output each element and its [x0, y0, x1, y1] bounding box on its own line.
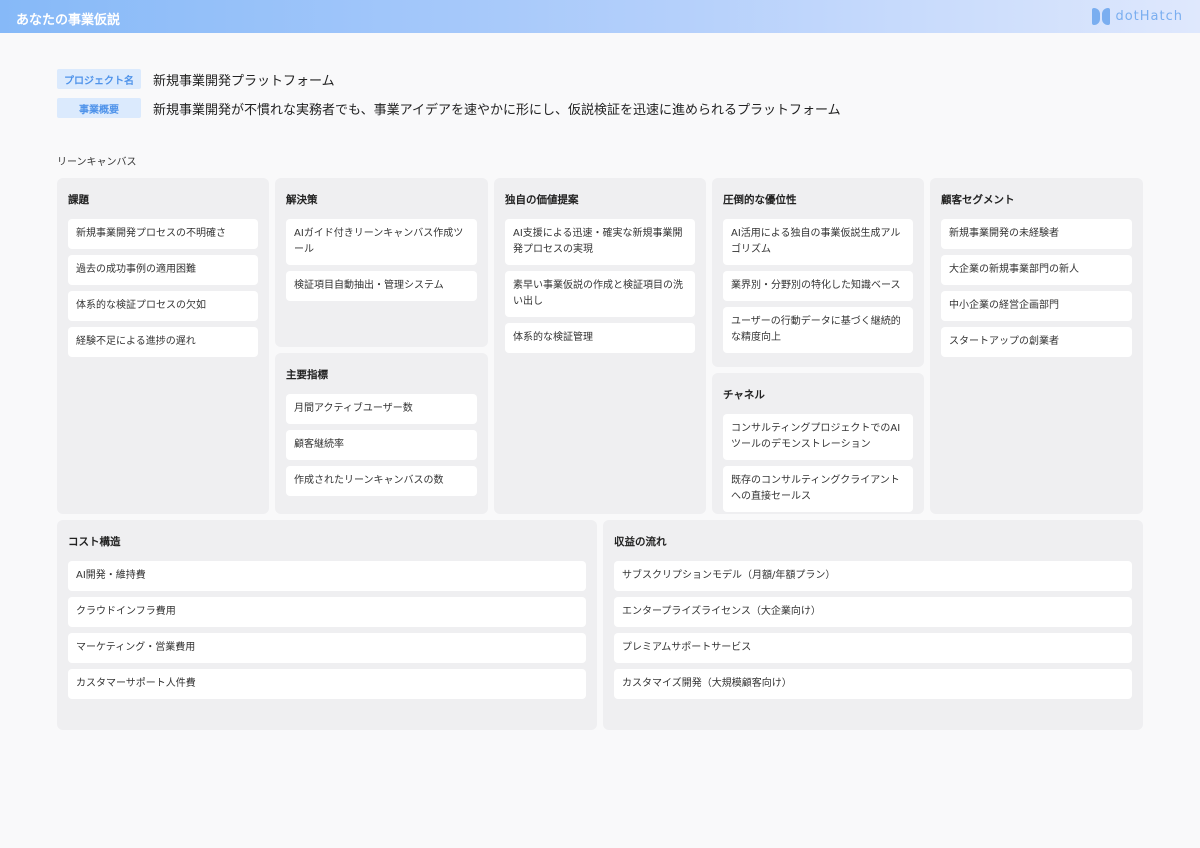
- canvas-item-card[interactable]: 新規事業開発プロセスの不明確さ: [68, 219, 258, 249]
- canvas-item-card[interactable]: 顧客継続率: [286, 430, 477, 460]
- canvas-item-card[interactable]: スタートアップの創業者: [941, 327, 1132, 357]
- logo: dotHatch: [1092, 8, 1183, 25]
- canvas-item-card[interactable]: 作成されたリーンキャンバスの数: [286, 466, 477, 496]
- dothatch-logo-icon: [1092, 8, 1111, 25]
- page-title: あなたの事業仮説: [16, 13, 121, 28]
- canvas-item-card[interactable]: 大企業の新規事業部門の新人: [941, 255, 1132, 285]
- logo-text: dotHatch: [1115, 9, 1183, 24]
- canvas-item-card[interactable]: 検証項目自動抽出・管理システム: [286, 271, 477, 301]
- header-bar: あなたの事業仮説 dotHatch: [0, 0, 1200, 33]
- section-title: 収益の流れ: [614, 536, 667, 548]
- project-name-row: プロジェクト名 新規事業開発プラットフォーム: [57, 69, 335, 89]
- canvas-item-card[interactable]: 体系的な検証プロセスの欠如: [68, 291, 258, 321]
- canvas-item-card[interactable]: 月間アクティブユーザー数: [286, 394, 477, 424]
- canvas-item-card[interactable]: エンタープライズライセンス（大企業向け）: [614, 597, 1132, 627]
- canvas-item-card[interactable]: ユーザーの行動データに基づく継続的な精度向上: [723, 307, 913, 353]
- canvas-item-card[interactable]: 新規事業開発の未経験者: [941, 219, 1132, 249]
- canvas-item-card[interactable]: 過去の成功事例の適用困難: [68, 255, 258, 285]
- section-title: 顧客セグメント: [941, 194, 1015, 206]
- section-title: 圧倒的な優位性: [723, 194, 797, 206]
- canvas-item-card[interactable]: 体系的な検証管理: [505, 323, 695, 353]
- canvas-item-card[interactable]: 業界別・分野別の特化した知識ベース: [723, 271, 913, 301]
- canvas-item-card[interactable]: 既存のコンサルティングクライアントへの直接セールス: [723, 466, 913, 512]
- section-title: コスト構造: [68, 536, 121, 548]
- canvas-item-card[interactable]: 中小企業の経営企画部門: [941, 291, 1132, 321]
- project-name-label: プロジェクト名: [57, 69, 141, 89]
- canvas-item-card[interactable]: プレミアムサポートサービス: [614, 633, 1132, 663]
- section-title: 主要指標: [286, 369, 328, 381]
- section-solution: 解決策 AIガイド付きリーンキャンバス作成ツール検証項目自動抽出・管理システム: [275, 178, 488, 347]
- canvas-label: リーンキャンバス: [57, 157, 137, 168]
- section-problem: 課題新規事業開発プロセスの不明確さ 過去の成功事例の適用困難 体系的な検証プロセスの…: [57, 178, 269, 514]
- canvas-item-card[interactable]: AI支援による迅速・確実な新規事業開発プロセスの実現: [505, 219, 695, 265]
- section-title: チャネル: [723, 389, 765, 401]
- section-cost: コスト構造 AI開発・維持費 クラウドインフラ費用 マーケティング・営業費用 カスタマー…: [57, 520, 597, 730]
- project-name: 新規事業開発プラットフォーム: [153, 73, 335, 89]
- canvas-item-card[interactable]: AI活用による独自の事業仮説生成アルゴリズム: [723, 219, 913, 265]
- canvas-item-card[interactable]: クラウドインフラ費用: [68, 597, 586, 627]
- canvas-item-card[interactable]: AIガイド付きリーンキャンバス作成ツール: [286, 219, 477, 265]
- canvas-item-card[interactable]: AI開発・維持費: [68, 561, 586, 591]
- section-title: 課題: [68, 194, 89, 206]
- section-uvp: 独自の価値提案 AI支援による迅速・確実な新規事業開発プロセスの実現 素早い事業仮説…: [494, 178, 706, 514]
- project-summary-row: 事業概要 新規事業開発が不慣れな実務者でも、事業アイデアを速やかに形にし、仮説検…: [57, 98, 841, 118]
- section-metrics: 主要指標月間アクティブユーザー数 顧客継続率作成されたリーンキャンバスの数: [275, 353, 488, 514]
- section-segments: 顧客セグメント新規事業開発の未経験者 大企業の新規事業部門の新人 中小企業の経営企画…: [930, 178, 1143, 514]
- section-revenue: 収益の流れサブスクリプションモデル（月額/年額プラン） エンタープライズライセンス…: [603, 520, 1143, 730]
- canvas-item-card[interactable]: マーケティング・営業費用: [68, 633, 586, 663]
- section-channels: チャネルコンサルティングプロジェクトでのAIツールのデモンストレーション 既存のコ…: [712, 373, 924, 514]
- canvas-item-card[interactable]: サブスクリプションモデル（月額/年額プラン）: [614, 561, 1132, 591]
- section-advantage: 圧倒的な優位性 AI活用による独自の事業仮説生成アルゴリズム業界別・分野別の特化し…: [712, 178, 924, 367]
- project-summary-label: 事業概要: [57, 98, 141, 118]
- section-title: 解決策: [286, 194, 318, 206]
- canvas-item-card[interactable]: カスタマイズ開発（大規模顧客向け）: [614, 669, 1132, 699]
- canvas-item-card[interactable]: 経験不足による進捗の遅れ: [68, 327, 258, 357]
- project-summary: 新規事業開発が不慣れな実務者でも、事業アイデアを速やかに形にし、仮説検証を迅速に…: [153, 102, 841, 118]
- canvas-item-card[interactable]: コンサルティングプロジェクトでのAIツールのデモンストレーション: [723, 414, 913, 460]
- canvas-item-card[interactable]: 素早い事業仮説の作成と検証項目の洗い出し: [505, 271, 695, 317]
- section-title: 独自の価値提案: [505, 194, 579, 206]
- canvas-item-card[interactable]: カスタマーサポート人件費: [68, 669, 586, 699]
